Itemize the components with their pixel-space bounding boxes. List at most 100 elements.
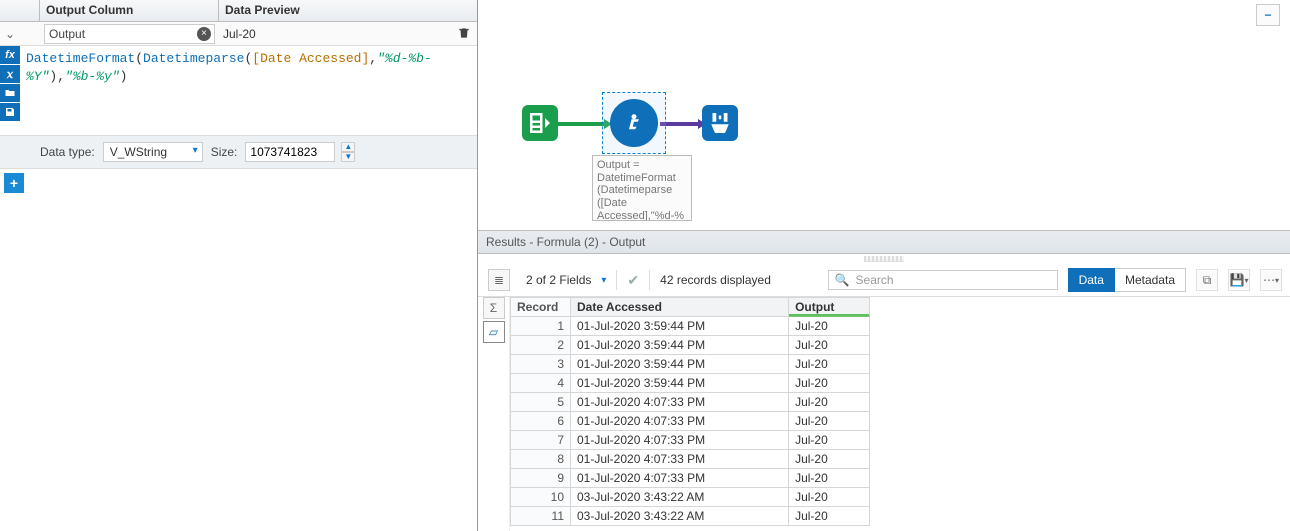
cell-record: 8: [511, 450, 571, 469]
datatype-select[interactable]: V_WString: [103, 142, 203, 162]
cell-output: Jul-20: [789, 412, 870, 431]
results-toolbar: ≣ 2 of 2 Fields ▾ ✔ 42 records displayed…: [478, 264, 1290, 297]
browse-tool[interactable]: [702, 105, 738, 141]
fx-functions-icon[interactable]: fx: [0, 46, 20, 64]
size-label: Size:: [211, 145, 238, 159]
tool-annotation: Output = DatetimeFormat (Datetimeparse (…: [592, 155, 692, 221]
table-row[interactable]: 701-Jul-2020 4:07:33 PMJul-20: [511, 431, 870, 450]
cell-date: 01-Jul-2020 3:59:44 PM: [571, 336, 789, 355]
cell-output: Jul-20: [789, 374, 870, 393]
sigma-view-icon[interactable]: Σ: [483, 297, 505, 319]
save-expression-icon[interactable]: [0, 103, 20, 121]
expand-toggle-icon[interactable]: ⌄: [5, 27, 15, 41]
table-row[interactable]: 1103-Jul-2020 3:43:22 AMJul-20: [511, 507, 870, 526]
cell-record: 1: [511, 317, 571, 336]
cell-output: Jul-20: [789, 488, 870, 507]
cell-record: 2: [511, 336, 571, 355]
cell-record: 7: [511, 431, 571, 450]
cell-record: 10: [511, 488, 571, 507]
results-title: Results - Formula (2) - Output: [478, 230, 1290, 254]
cell-output: Jul-20: [789, 507, 870, 526]
spinner-up-icon[interactable]: ▲: [341, 142, 355, 152]
table-row[interactable]: 501-Jul-2020 4:07:33 PMJul-20: [511, 393, 870, 412]
more-options-icon[interactable]: ⋯▾: [1260, 269, 1282, 291]
table-row[interactable]: 101-Jul-2020 3:59:44 PMJul-20: [511, 317, 870, 336]
cell-output: Jul-20: [789, 317, 870, 336]
cell-record: 6: [511, 412, 571, 431]
cell-date: 01-Jul-2020 4:07:33 PM: [571, 393, 789, 412]
cell-output: Jul-20: [789, 469, 870, 488]
formula-config-panel: Output Column Data Preview ⌄ × Jul-20 fx: [0, 0, 478, 531]
cell-date: 01-Jul-2020 4:07:33 PM: [571, 450, 789, 469]
col-record[interactable]: Record: [511, 298, 571, 317]
grid-view-icon[interactable]: ▱: [483, 321, 505, 343]
header-output-column: Output Column: [40, 0, 219, 21]
table-row[interactable]: 901-Jul-2020 4:07:33 PMJul-20: [511, 469, 870, 488]
cell-record: 4: [511, 374, 571, 393]
size-input[interactable]: [245, 142, 335, 162]
formula-area: fx 𝑥 DatetimeFormat(Datetimeparse([Date …: [0, 46, 477, 136]
cell-date: 01-Jul-2020 4:07:33 PM: [571, 469, 789, 488]
cell-date: 01-Jul-2020 3:59:44 PM: [571, 374, 789, 393]
formula-tool[interactable]: [610, 99, 658, 147]
output-column-input[interactable]: [44, 24, 215, 44]
cell-record: 3: [511, 355, 571, 374]
cell-date: 03-Jul-2020 3:43:22 AM: [571, 488, 789, 507]
variables-icon[interactable]: 𝑥: [0, 65, 20, 83]
results-grid[interactable]: Record Date Accessed Output 101-Jul-2020…: [510, 297, 1290, 531]
drag-handle[interactable]: [864, 256, 904, 262]
cell-record: 11: [511, 507, 571, 526]
cell-date: 03-Jul-2020 3:43:22 AM: [571, 507, 789, 526]
data-tab[interactable]: Data: [1068, 268, 1115, 292]
config-header: Output Column Data Preview: [0, 0, 477, 22]
connection-2[interactable]: [660, 122, 700, 126]
datatype-bar: Data type: V_WString Size: ▲ ▼: [0, 136, 477, 169]
delete-expression-icon[interactable]: [457, 26, 473, 42]
size-spinner[interactable]: ▲ ▼: [341, 142, 355, 162]
search-icon: 🔍: [835, 273, 850, 287]
workflow-canvas[interactable]: − Output = DatetimeFormat (Datetimeparse…: [478, 0, 1290, 230]
search-placeholder: Search: [856, 273, 894, 287]
view-list-icon[interactable]: ≣: [488, 269, 510, 291]
cell-output: Jul-20: [789, 450, 870, 469]
copy-icon[interactable]: ⧉: [1196, 269, 1218, 291]
results-search[interactable]: 🔍 Search: [828, 270, 1058, 290]
cell-record: 5: [511, 393, 571, 412]
datatype-label: Data type:: [40, 145, 95, 159]
table-row[interactable]: 801-Jul-2020 4:07:33 PMJul-20: [511, 450, 870, 469]
formula-toolbar: fx 𝑥: [0, 46, 20, 135]
preview-value: Jul-20: [223, 27, 256, 41]
table-row[interactable]: 1003-Jul-2020 3:43:22 AMJul-20: [511, 488, 870, 507]
cell-output: Jul-20: [789, 431, 870, 450]
records-displayed: 42 records displayed: [660, 273, 771, 287]
field-dropdown-icon[interactable]: ▾: [601, 275, 606, 286]
table-row[interactable]: 201-Jul-2020 3:59:44 PMJul-20: [511, 336, 870, 355]
config-row: ⌄ × Jul-20: [0, 22, 477, 46]
clear-input-icon[interactable]: ×: [197, 27, 211, 41]
add-expression-button[interactable]: +: [4, 173, 24, 193]
table-row[interactable]: 601-Jul-2020 4:07:33 PMJul-20: [511, 412, 870, 431]
fields-count[interactable]: 2 of 2 Fields: [526, 273, 591, 287]
save-results-icon[interactable]: 💾▾: [1228, 269, 1250, 291]
metadata-tab[interactable]: Metadata: [1115, 268, 1186, 292]
connection-1[interactable]: [558, 122, 606, 126]
cell-date: 01-Jul-2020 3:59:44 PM: [571, 317, 789, 336]
cell-output: Jul-20: [789, 336, 870, 355]
spinner-down-icon[interactable]: ▼: [341, 152, 355, 162]
table-row[interactable]: 401-Jul-2020 3:59:44 PMJul-20: [511, 374, 870, 393]
cell-date: 01-Jul-2020 3:59:44 PM: [571, 355, 789, 374]
cell-output: Jul-20: [789, 355, 870, 374]
table-row[interactable]: 301-Jul-2020 3:59:44 PMJul-20: [511, 355, 870, 374]
collapse-pane-button[interactable]: −: [1256, 4, 1280, 26]
formula-editor[interactable]: DatetimeFormat(Datetimeparse([Date Acces…: [20, 46, 477, 135]
apply-fields-icon[interactable]: ✔: [627, 272, 639, 289]
cell-date: 01-Jul-2020 4:07:33 PM: [571, 412, 789, 431]
cell-date: 01-Jul-2020 4:07:33 PM: [571, 431, 789, 450]
cell-output: Jul-20: [789, 393, 870, 412]
col-output[interactable]: Output: [789, 298, 870, 317]
col-date-accessed[interactable]: Date Accessed: [571, 298, 789, 317]
cell-record: 9: [511, 469, 571, 488]
input-data-tool[interactable]: [522, 105, 558, 141]
header-data-preview: Data Preview: [219, 0, 477, 21]
open-folder-icon[interactable]: [0, 84, 20, 102]
